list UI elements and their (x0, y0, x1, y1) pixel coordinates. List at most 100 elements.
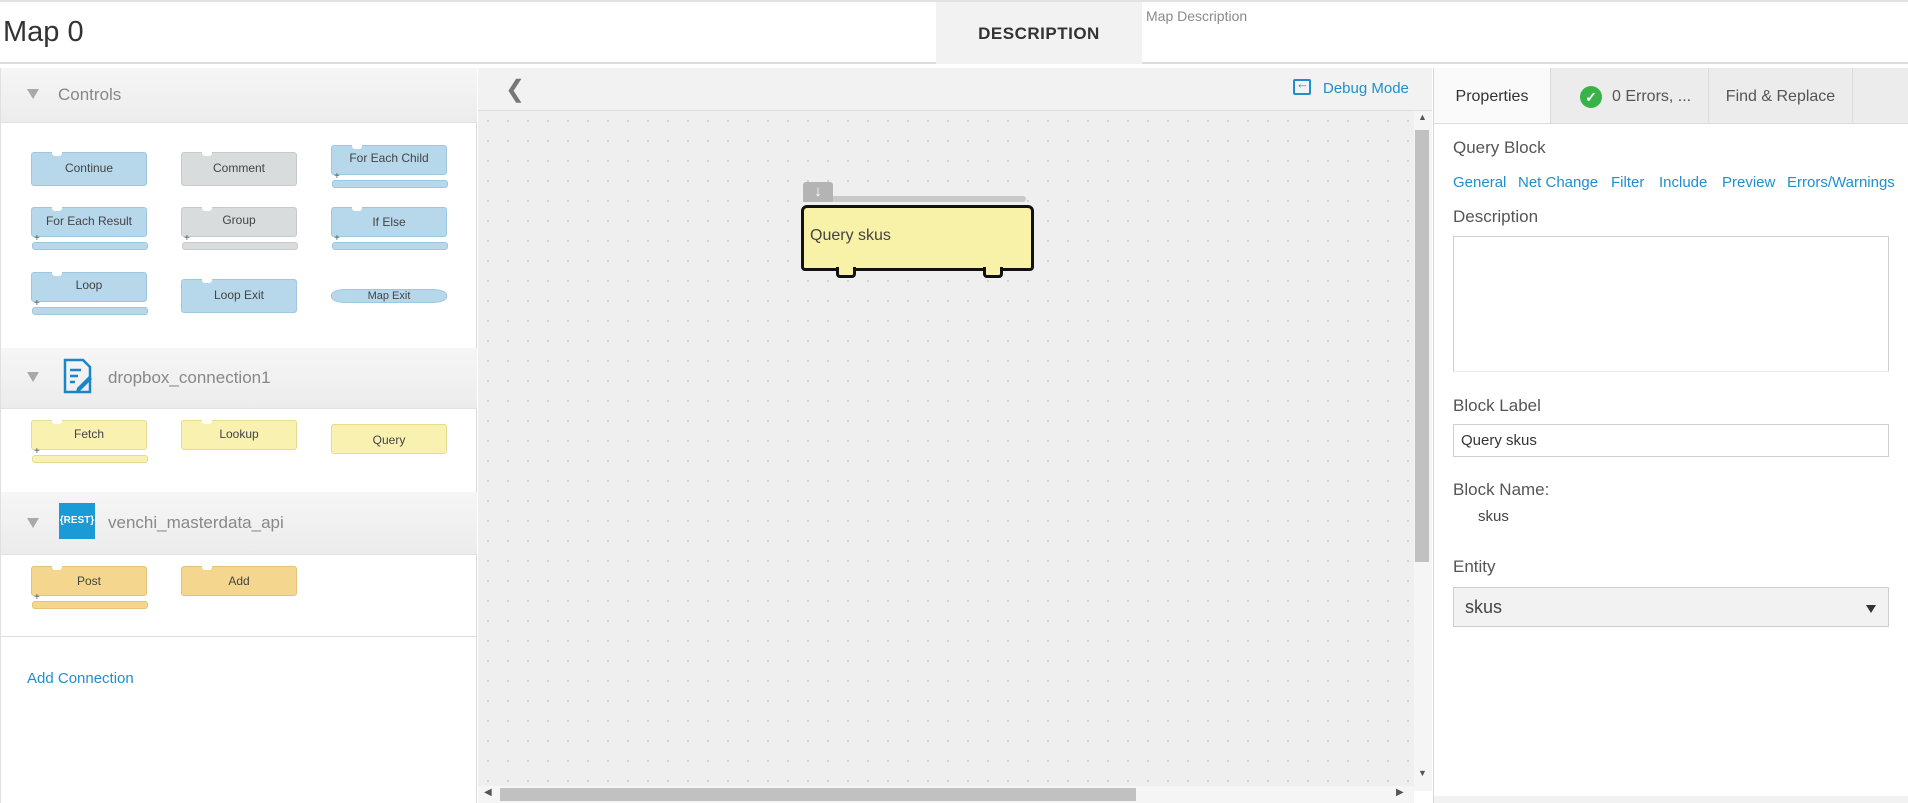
block-label: For Each Result (45, 214, 133, 228)
entity-select[interactable]: skus (1453, 587, 1889, 627)
plus-icon: + (34, 233, 40, 244)
filter-link[interactable]: Filter (1611, 174, 1644, 191)
plus-icon: + (334, 233, 340, 244)
if-else-block[interactable]: If Else + (331, 207, 448, 250)
block-tail (32, 242, 148, 250)
collapse-triangle-icon[interactable] (27, 518, 39, 528)
preview-link[interactable]: Preview (1722, 174, 1775, 191)
description-field-label: Description (1453, 207, 1539, 226)
block-palette: Controls Continue Comment For Each Child… (0, 68, 477, 803)
loop-exit-block[interactable]: Loop Exit (181, 279, 297, 313)
map-description-input[interactable]: Map Description (1146, 8, 1247, 24)
canvas-toolbar: ❮ Debug Mode (478, 68, 1432, 111)
block-notch (202, 566, 212, 570)
rest-api-icon: {REST} (59, 503, 95, 539)
vertical-scrollbar-thumb[interactable] (1415, 130, 1429, 562)
plus-icon: + (34, 298, 40, 309)
block-notch (52, 566, 62, 570)
horizontal-scrollbar-thumb[interactable] (500, 788, 1136, 801)
rest-section-title: venchi_masterdata_api (108, 513, 284, 532)
map-header: Map 0 DESCRIPTION Map Description (0, 0, 1908, 64)
collapse-triangle-icon[interactable] (27, 89, 39, 99)
block-tail (332, 242, 448, 250)
block-notch (202, 207, 212, 211)
map-title[interactable]: Map 0 (3, 16, 84, 49)
chevron-down-icon (1866, 605, 1876, 613)
block-label: Comment (212, 161, 265, 175)
block-notch (352, 207, 362, 211)
block-connector-strip (830, 196, 1026, 202)
panel-footer (1434, 796, 1908, 803)
block-label: Add (228, 574, 250, 588)
scroll-down-icon[interactable]: ▼ (1418, 768, 1427, 778)
panel-tabs: Properties ✓ 0 Errors, ... Find & Replac… (1434, 68, 1908, 124)
fetch-block[interactable]: Fetch + (31, 420, 148, 463)
collapse-palette-icon[interactable]: ❮ (505, 75, 525, 104)
block-label: Loop (75, 278, 103, 292)
document-edit-icon (63, 358, 92, 394)
dropbox-section-header[interactable]: dropbox_connection1 (1, 348, 477, 409)
scroll-up-icon[interactable]: ▲ (1418, 112, 1427, 122)
scroll-right-icon[interactable]: ▶ (1396, 787, 1404, 798)
query-skus-block[interactable]: Query skus (801, 205, 1034, 271)
block-label: Map Exit (367, 290, 411, 302)
add-connection-link[interactable]: Add Connection (27, 670, 134, 687)
tab-find-replace[interactable]: Find & Replace (1709, 68, 1853, 123)
group-block[interactable]: Group + (181, 207, 298, 250)
scroll-left-icon[interactable]: ◀ (484, 787, 492, 798)
tab-errors[interactable]: ✓ 0 Errors, ... (1551, 68, 1709, 123)
errors-warnings-link[interactable]: Errors/Warnings (1787, 174, 1895, 191)
debug-mode-icon[interactable] (1293, 76, 1311, 95)
download-arrow-icon: ↓ (803, 182, 833, 202)
block-foot-notch (836, 267, 856, 278)
add-block[interactable]: Add (181, 566, 297, 596)
continue-block[interactable]: Continue (31, 152, 147, 186)
block-notch (52, 272, 62, 276)
loop-block[interactable]: Loop + (31, 272, 148, 315)
block-name-value: skus (1478, 508, 1509, 525)
block-name-title: Block Name: (1453, 480, 1550, 499)
map-exit-block[interactable]: Map Exit (331, 289, 447, 303)
block-tail (32, 455, 148, 463)
block-label: Lookup (219, 427, 259, 441)
block-label: Post (76, 574, 101, 588)
block-notch (52, 420, 62, 424)
block-tail (332, 180, 448, 188)
block-label-input[interactable]: Query skus (1453, 424, 1889, 457)
block-notch (202, 152, 212, 156)
block-tail (182, 242, 298, 250)
check-circle-icon: ✓ (1580, 86, 1602, 108)
net-change-link[interactable]: Net Change (1518, 174, 1598, 191)
plus-icon: + (34, 592, 40, 603)
general-link[interactable]: General (1453, 174, 1506, 191)
entity-selected-value: skus (1465, 597, 1503, 617)
description-textarea[interactable] (1453, 236, 1889, 372)
for-each-result-block[interactable]: For Each Result + (31, 207, 148, 250)
query-block-template[interactable]: Query (331, 424, 447, 454)
block-tail (32, 601, 148, 609)
collapse-triangle-icon[interactable] (27, 372, 39, 382)
block-label: Query (372, 433, 406, 447)
errors-tab-label: 0 Errors, ... (1612, 88, 1692, 105)
block-notch (202, 279, 212, 283)
block-foot-notch (983, 267, 1003, 278)
description-label-box: DESCRIPTION (936, 2, 1142, 64)
include-link[interactable]: Include (1659, 174, 1707, 191)
description-label: DESCRIPTION (978, 24, 1100, 43)
query-block-label: Query skus (810, 227, 891, 244)
block-notch (52, 207, 62, 211)
tab-properties[interactable]: Properties (1434, 68, 1551, 123)
lookup-block[interactable]: Lookup (181, 420, 297, 450)
block-notch (352, 145, 362, 149)
dropbox-section-title: dropbox_connection1 (108, 368, 271, 387)
block-label: For Each Child (349, 151, 429, 165)
debug-mode-link[interactable]: Debug Mode (1323, 80, 1409, 97)
post-block[interactable]: Post + (31, 566, 148, 609)
comment-block[interactable]: Comment (181, 152, 297, 186)
for-each-child-block[interactable]: For Each Child + (331, 145, 448, 188)
plus-icon: + (34, 446, 40, 457)
rest-section-header[interactable]: {REST} venchi_masterdata_api (1, 492, 477, 555)
controls-section-header[interactable]: Controls (1, 68, 477, 123)
block-label: Fetch (73, 427, 104, 441)
plus-icon: + (334, 171, 340, 182)
